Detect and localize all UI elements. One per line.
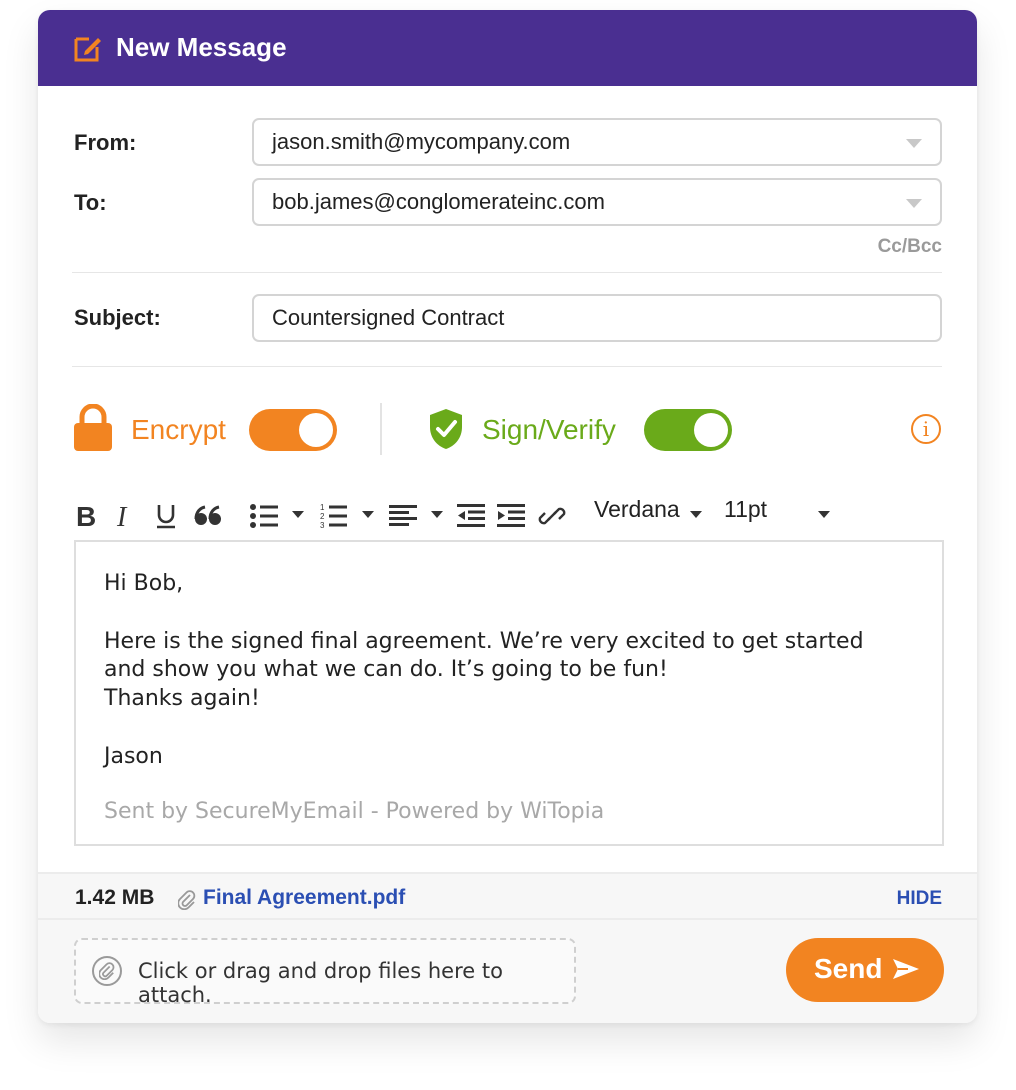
body-signoff: Jason [104,744,163,769]
compose-footer: Click or drag and drop files here to att… [38,920,977,1023]
svg-text:I: I [116,502,128,530]
to-value: bob.james@conglomerateinc.com [272,189,605,214]
email-signature: Sent by SecureMyEmail - Powered by WiTop… [104,799,605,824]
info-icon[interactable]: i [911,414,941,444]
paperclip-icon [92,956,122,986]
subject-value: Countersigned Contract [272,305,505,330]
divider [72,272,942,273]
attachment-link[interactable]: Final Agreement.pdf [203,886,405,910]
sign-verify-label: Sign/Verify [482,414,616,445]
bullet-list-icon[interactable] [248,496,280,536]
attachment-size: 1.42 MB [75,886,155,909]
body-line: Here is the signed final agreement. We’r… [104,629,864,654]
to-select[interactable]: bob.james@conglomerateinc.com [252,178,942,226]
chevron-down-icon [906,199,922,208]
from-label: From: [74,130,137,155]
lock-icon [74,404,112,451]
chevron-down-icon[interactable] [431,511,443,518]
body-line: and show you what we can do. It’s going … [104,657,668,682]
from-select[interactable]: jason.smith@mycompany.com [252,118,942,166]
indent-icon[interactable] [496,496,526,536]
compose-window: New Message From: jason.smith@mycompany.… [38,10,977,1023]
send-arrow-icon [893,959,919,979]
attachment-bar: 1.42 MB Final Agreement.pdf HIDE [38,872,977,920]
chevron-down-icon[interactable] [690,511,702,518]
body-line: Thanks again! [104,686,260,711]
paperclip-icon [178,890,196,910]
sign-verify-toggle[interactable] [644,409,732,451]
underline-icon[interactable] [154,496,178,536]
divider [72,366,942,367]
file-dropzone[interactable]: Click or drag and drop files here to att… [74,938,576,1007]
quote-icon[interactable] [192,496,226,536]
encrypt-toggle[interactable] [249,409,337,451]
toggle-knob [694,413,728,447]
to-label: To: [74,190,107,215]
vertical-divider [380,403,382,455]
align-left-icon[interactable] [388,496,418,536]
shield-check-icon [430,409,462,449]
bold-icon[interactable]: B [74,496,98,536]
from-value: jason.smith@mycompany.com [272,129,571,154]
cc-bcc-link[interactable]: Cc/Bcc [878,236,942,258]
svg-text:1: 1 [320,503,325,512]
numbered-list-icon[interactable]: 1 2 3 [319,496,349,536]
chevron-down-icon [906,139,922,148]
toggle-knob [299,413,333,447]
chevron-down-icon[interactable] [818,511,830,518]
hide-attachments-button[interactable]: HIDE [897,888,942,910]
message-body-editor[interactable]: Hi Bob, Here is the signed final agreeme… [74,540,944,846]
dropzone-text: Click or drag and drop files here to att… [138,959,503,1007]
subject-label: Subject: [74,305,161,330]
compose-header: New Message [38,10,977,86]
encrypt-label: Encrypt [131,414,226,445]
link-icon[interactable] [536,496,568,536]
send-button-label: Send [814,953,883,984]
svg-text:B: B [76,502,96,530]
chevron-down-icon[interactable] [362,511,374,518]
svg-text:2: 2 [320,512,325,521]
body-greeting: Hi Bob, [104,571,184,596]
font-family-select[interactable]: Verdana [594,496,680,523]
send-button[interactable]: Send [786,938,944,1002]
font-size-select[interactable]: 11pt [724,496,767,523]
edit-icon [74,37,101,62]
outdent-icon[interactable] [456,496,486,536]
page-title: New Message [116,32,287,62]
chevron-down-icon[interactable] [292,511,304,518]
subject-input[interactable]: Countersigned Contract [252,294,942,342]
italic-icon[interactable]: I [114,496,138,536]
svg-text:3: 3 [320,521,325,530]
